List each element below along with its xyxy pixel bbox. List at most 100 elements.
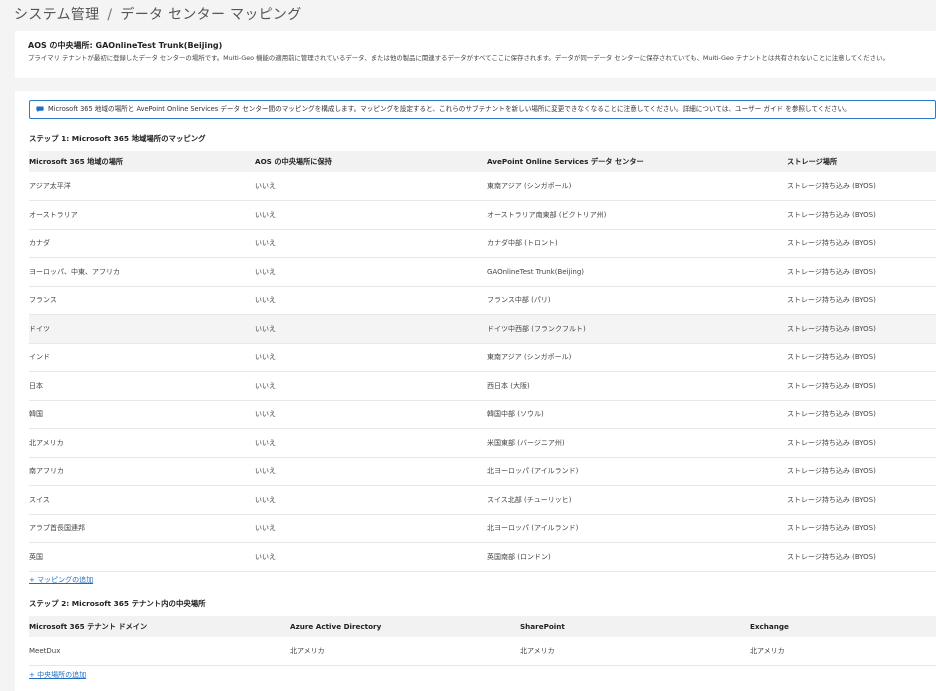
table-cell-2: いいえ: [255, 514, 487, 543]
step1-title: ステップ 1: Microsoft 365 地域場所のマッピング: [29, 134, 206, 143]
table-cell-2: 北アメリカ: [290, 637, 520, 666]
table-cell-1: ヨーロッパ、中東、アフリカ: [29, 257, 255, 287]
table-row[interactable]: ドイツ いいえ ドイツ中西部 (フランクフルト) ストレージ持ち込み (BYOS): [29, 314, 936, 344]
column-header-azure-ad[interactable]: Azure Active Directory: [290, 616, 520, 637]
table-cell-2: いいえ: [255, 286, 487, 315]
table-cell-3: 東南アジア (シンガポール): [487, 343, 787, 372]
step2-title: ステップ 2: Microsoft 365 テナント内の中央場所: [29, 599, 206, 608]
breadcrumb: システム管理 / データ センター マッピング: [14, 4, 302, 24]
table-cell-1: スイス: [29, 485, 255, 515]
table-row[interactable]: インド いいえ 東南アジア (シンガポール) ストレージ持ち込み (BYOS): [29, 343, 936, 372]
table-cell-4: ストレージ持ち込み (BYOS): [787, 542, 936, 572]
table-row[interactable]: アジア太平洋 いいえ 東南アジア (シンガポール) ストレージ持ち込み (BYOS): [29, 172, 936, 201]
breadcrumb-separator: /: [107, 7, 113, 23]
table-cell-1: 南アフリカ: [29, 457, 255, 486]
table-cell-4: ストレージ持ち込み (BYOS): [787, 229, 936, 258]
table-cell-1: アジア太平洋: [29, 172, 255, 201]
table-cell-4: ストレージ持ち込み (BYOS): [787, 457, 936, 486]
table-cell-2: いいえ: [255, 343, 487, 372]
table-cell-4: ストレージ持ち込み (BYOS): [787, 314, 936, 344]
add-mapping-link[interactable]: + マッピングの追加: [29, 575, 93, 585]
mapping-panel: Microsoft 365 地域の場所と AvePoint Online Ser…: [15, 91, 936, 691]
table-cell-2: いいえ: [255, 371, 487, 401]
table-cell-3: ドイツ中西部 (フランクフルト): [487, 314, 787, 344]
column-header-keep-central[interactable]: AOS の中央場所に保持: [255, 151, 487, 172]
table-row[interactable]: ヨーロッパ、中東、アフリカ いいえ GAOnlineTest Trunk(Beiji…: [29, 257, 936, 287]
central-location-info: AOS の中央場所: GAOnlineTest Trunk(Beijing) プ…: [15, 31, 936, 78]
table-cell-1: オーストラリア: [29, 200, 255, 230]
table-cell-1: カナダ: [29, 229, 255, 258]
table-cell-2: いいえ: [255, 229, 487, 258]
table-cell-1: MeetDux: [29, 637, 290, 666]
table-cell-2: いいえ: [255, 428, 487, 458]
table-cell-4: ストレージ持ち込み (BYOS): [787, 485, 936, 515]
table-cell-4: ストレージ持ち込み (BYOS): [787, 371, 936, 401]
breadcrumb-root[interactable]: システム管理: [14, 7, 99, 23]
table-cell-3: 北ヨーロッパ (アイルランド): [487, 514, 787, 543]
table-cell-2: いいえ: [255, 257, 487, 287]
table-cell-3: オーストラリア南東部 (ビクトリア州): [487, 200, 787, 230]
table-row[interactable]: 英国 いいえ 英国南部 (ロンドン) ストレージ持ち込み (BYOS): [29, 542, 936, 572]
table-row[interactable]: 韓国 いいえ 韓国中部 (ソウル) ストレージ持ち込み (BYOS): [29, 400, 936, 429]
tenant-central-location-table: Microsoft 365 テナント ドメイン Azure Active Dir…: [29, 616, 936, 666]
column-header-storage-location[interactable]: ストレージ場所: [787, 151, 936, 172]
column-header-tenant-domain[interactable]: Microsoft 365 テナント ドメイン: [29, 616, 290, 637]
table-cell-2: いいえ: [255, 485, 487, 515]
table-header-row: Microsoft 365 地域の場所 AOS の中央場所に保持 AvePoin…: [29, 151, 936, 172]
table-cell-2: いいえ: [255, 314, 487, 344]
table-cell-3: 北アメリカ: [520, 637, 750, 666]
table-row[interactable]: フランス いいえ フランス中部 (パリ) ストレージ持ち込み (BYOS): [29, 286, 936, 315]
table-cell-4: 北アメリカ: [750, 637, 936, 666]
column-header-sharepoint[interactable]: SharePoint: [520, 616, 750, 637]
region-mapping-table: Microsoft 365 地域の場所 AOS の中央場所に保持 AvePoin…: [29, 151, 936, 572]
table-cell-2: いいえ: [255, 542, 487, 572]
table-header-row: Microsoft 365 テナント ドメイン Azure Active Dir…: [29, 616, 936, 637]
column-header-aos-datacenter[interactable]: AvePoint Online Services データ センター: [487, 151, 787, 172]
table-cell-3: 米国東部 (バージニア州): [487, 428, 787, 458]
table-cell-2: いいえ: [255, 172, 487, 201]
notice-banner: Microsoft 365 地域の場所と AvePoint Online Ser…: [29, 100, 936, 119]
table-row[interactable]: 北アメリカ いいえ 米国東部 (バージニア州) ストレージ持ち込み (BYOS): [29, 428, 936, 458]
table-cell-1: フランス: [29, 286, 255, 315]
table-cell-4: ストレージ持ち込み (BYOS): [787, 514, 936, 543]
table-cell-3: 英国南部 (ロンドン): [487, 542, 787, 572]
table-cell-2: いいえ: [255, 200, 487, 230]
table-cell-1: ドイツ: [29, 314, 255, 344]
table-row[interactable]: カナダ いいえ カナダ中部 (トロント) ストレージ持ち込み (BYOS): [29, 229, 936, 258]
table-cell-1: アラブ首長国連邦: [29, 514, 255, 543]
add-central-location-link[interactable]: + 中央場所の追加: [29, 670, 86, 680]
table-cell-1: 北アメリカ: [29, 428, 255, 458]
table-cell-1: 韓国: [29, 400, 255, 429]
table-cell-2: いいえ: [255, 457, 487, 486]
table-cell-1: 英国: [29, 542, 255, 572]
table-row[interactable]: 日本 いいえ 西日本 (大阪) ストレージ持ち込み (BYOS): [29, 371, 936, 401]
table-row[interactable]: スイス いいえ スイス北部 (チューリッヒ) ストレージ持ち込み (BYOS): [29, 485, 936, 515]
table-row[interactable]: オーストラリア いいえ オーストラリア南東部 (ビクトリア州) ストレージ持ち込み (…: [29, 200, 936, 230]
table-row[interactable]: 南アフリカ いいえ 北ヨーロッパ (アイルランド) ストレージ持ち込み (BYOS): [29, 457, 936, 486]
table-cell-3: 東南アジア (シンガポール): [487, 172, 787, 201]
table-cell-4: ストレージ持ち込み (BYOS): [787, 172, 936, 201]
central-location-title: AOS の中央場所: GAOnlineTest Trunk(Beijing): [28, 41, 223, 50]
table-cell-4: ストレージ持ち込み (BYOS): [787, 200, 936, 230]
column-header-exchange[interactable]: Exchange: [750, 616, 936, 637]
central-location-description: プライマリ テナントが最初に登録したデータ センターの場所です。Multi-Ge…: [28, 54, 889, 62]
table-cell-4: ストレージ持ち込み (BYOS): [787, 257, 936, 287]
table-cell-4: ストレージ持ち込み (BYOS): [787, 400, 936, 429]
table-cell-3: 韓国中部 (ソウル): [487, 400, 787, 429]
table-cell-3: GAOnlineTest Trunk(Beijing): [487, 257, 787, 287]
table-row[interactable]: アラブ首長国連邦 いいえ 北ヨーロッパ (アイルランド) ストレージ持ち込み (BYO…: [29, 514, 936, 543]
table-cell-3: スイス北部 (チューリッヒ): [487, 485, 787, 515]
column-header-m365-region[interactable]: Microsoft 365 地域の場所: [29, 151, 255, 172]
chat-bubble-icon: [36, 106, 44, 113]
page-title: データ センター マッピング: [120, 7, 302, 23]
table-cell-1: 日本: [29, 371, 255, 401]
table-cell-3: 西日本 (大阪): [487, 371, 787, 401]
table-cell-3: カナダ中部 (トロント): [487, 229, 787, 258]
table-cell-4: ストレージ持ち込み (BYOS): [787, 286, 936, 315]
table-cell-4: ストレージ持ち込み (BYOS): [787, 428, 936, 458]
table-cell-4: ストレージ持ち込み (BYOS): [787, 343, 936, 372]
table-cell-3: 北ヨーロッパ (アイルランド): [487, 457, 787, 486]
table-cell-1: インド: [29, 343, 255, 372]
table-cell-3: フランス中部 (パリ): [487, 286, 787, 315]
table-row[interactable]: MeetDux 北アメリカ 北アメリカ 北アメリカ: [29, 637, 936, 666]
